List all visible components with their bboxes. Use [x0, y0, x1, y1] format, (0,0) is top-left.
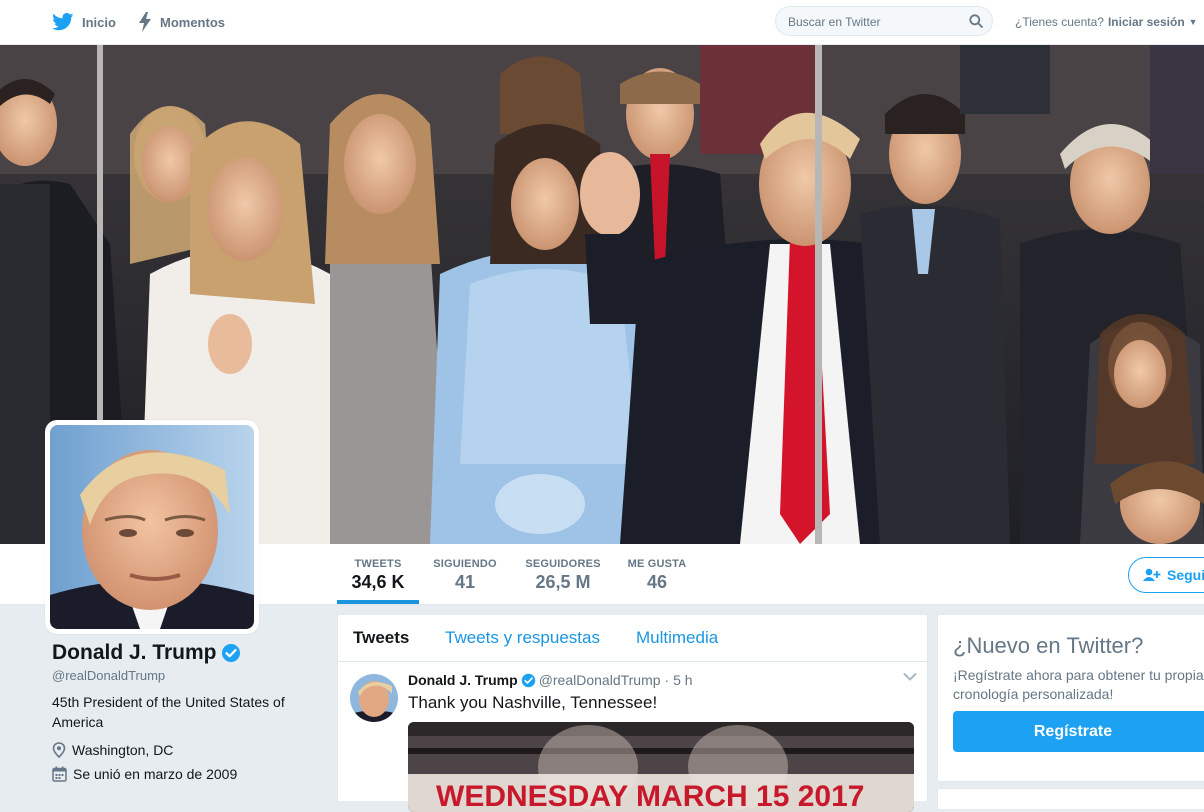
nav-moments-label: Momentos [160, 14, 225, 30]
verified-badge-icon [221, 644, 240, 662]
tweet-media-image[interactable]: WEDNESDAY MARCH 15 2017 [408, 722, 914, 812]
tweet-avatar[interactable] [350, 674, 398, 722]
have-account-text: ¿Tienes cuenta? [1015, 15, 1104, 29]
search-input[interactable] [786, 12, 965, 32]
profile-name: Donald J. Trump [52, 641, 241, 665]
profile-location: Washington, DC [52, 742, 173, 758]
profile-handle: @realDonaldTrump [52, 668, 166, 683]
login-link[interactable]: Iniciar sesión [1108, 15, 1185, 29]
search-box [775, 6, 993, 36]
profile-joined: Se unió en marzo de 2009 [52, 766, 237, 782]
stat-value: 34,6 K [351, 572, 405, 592]
follow-button[interactable]: Seguir [1128, 557, 1204, 593]
tweet-author-name[interactable]: Donald J. Trump [408, 672, 518, 688]
tab-tweets[interactable]: Tweets [353, 615, 409, 661]
profile-bio: 45th President of the United States of A… [52, 694, 285, 730]
tweet-avatar-photo [350, 674, 398, 722]
joined-text: Se unió en marzo de 2009 [73, 766, 238, 782]
new-to-twitter-title: ¿Nuevo en Twitter? [953, 633, 1144, 658]
stat-tweets[interactable]: TWEETS 34,6 K [337, 544, 419, 604]
stat-value: 41 [454, 572, 476, 592]
stat-value: 46 [646, 572, 668, 592]
tweet-text: Thank you Nashville, Tennessee! [408, 693, 658, 712]
profile-avatar[interactable] [45, 420, 259, 634]
stat-following[interactable]: SIGUIENDO 41 [427, 544, 503, 604]
tweet-timeline: Tweets Tweets y respuestas Multimedia Do… [337, 614, 928, 812]
signup-button[interactable]: Regístrate [953, 711, 1204, 752]
top-navigation-bar: Inicio Momentos ¿Tienes cuenta? Iniciar … [0, 0, 1204, 45]
search-icon[interactable] [969, 14, 983, 28]
location-text: Washington, DC [72, 742, 174, 758]
tab-media[interactable]: Multimedia [636, 615, 718, 661]
twitter-bird-icon [52, 13, 74, 31]
chevron-down-icon[interactable] [903, 672, 917, 682]
lightning-icon [139, 12, 151, 32]
location-pin-icon [52, 742, 66, 758]
caret-down-icon: ▼ [1188, 17, 1198, 27]
login-menu[interactable]: ¿Tienes cuenta? Iniciar sesión ▼ [1015, 0, 1198, 44]
media-marquee-text: WEDNESDAY MARCH 15 2017 [436, 780, 864, 812]
tweet-timestamp[interactable]: · 5 h [665, 672, 693, 688]
follow-label: Seguir [1167, 567, 1204, 583]
tweet-author-handle[interactable]: @realDonaldTrump [539, 672, 661, 688]
tab-tweets-replies[interactable]: Tweets y respuestas [445, 615, 600, 661]
nav-home[interactable]: Inicio [52, 0, 116, 44]
stat-label: ME GUSTA [627, 558, 687, 570]
calendar-icon [52, 766, 67, 782]
stat-label: SEGUIDORES [525, 558, 601, 570]
new-to-twitter-card: ¿Nuevo en Twitter? ¡Regístrate ahora par… [937, 614, 1204, 782]
tweet-item[interactable]: Donald J. Trump @realDonaldTrump · 5 h T… [338, 662, 927, 812]
nav-home-label: Inicio [82, 14, 116, 30]
timeline-tabs: Tweets Tweets y respuestas Multimedia [338, 615, 927, 662]
add-user-icon [1143, 568, 1161, 581]
stat-value: 26,5 M [535, 572, 591, 592]
new-to-twitter-text: ¡Regístrate ahora para obtener tu propia… [953, 667, 1204, 702]
avatar-photo [50, 425, 254, 629]
stat-label: TWEETS [354, 558, 402, 570]
stat-label: SIGUIENDO [433, 558, 497, 570]
tweet-header: Donald J. Trump @realDonaldTrump · 5 h [408, 672, 693, 688]
nav-moments[interactable]: Momentos [138, 0, 225, 44]
sidebar-card [937, 788, 1204, 810]
tweet-media-photo: WEDNESDAY MARCH 15 2017 [408, 722, 914, 812]
verified-badge-icon [521, 673, 535, 687]
stat-likes[interactable]: ME GUSTA 46 [622, 544, 692, 604]
profile-name-text: Donald J. Trump [52, 641, 217, 664]
stat-followers[interactable]: SEGUIDORES 26,5 M [520, 544, 606, 604]
